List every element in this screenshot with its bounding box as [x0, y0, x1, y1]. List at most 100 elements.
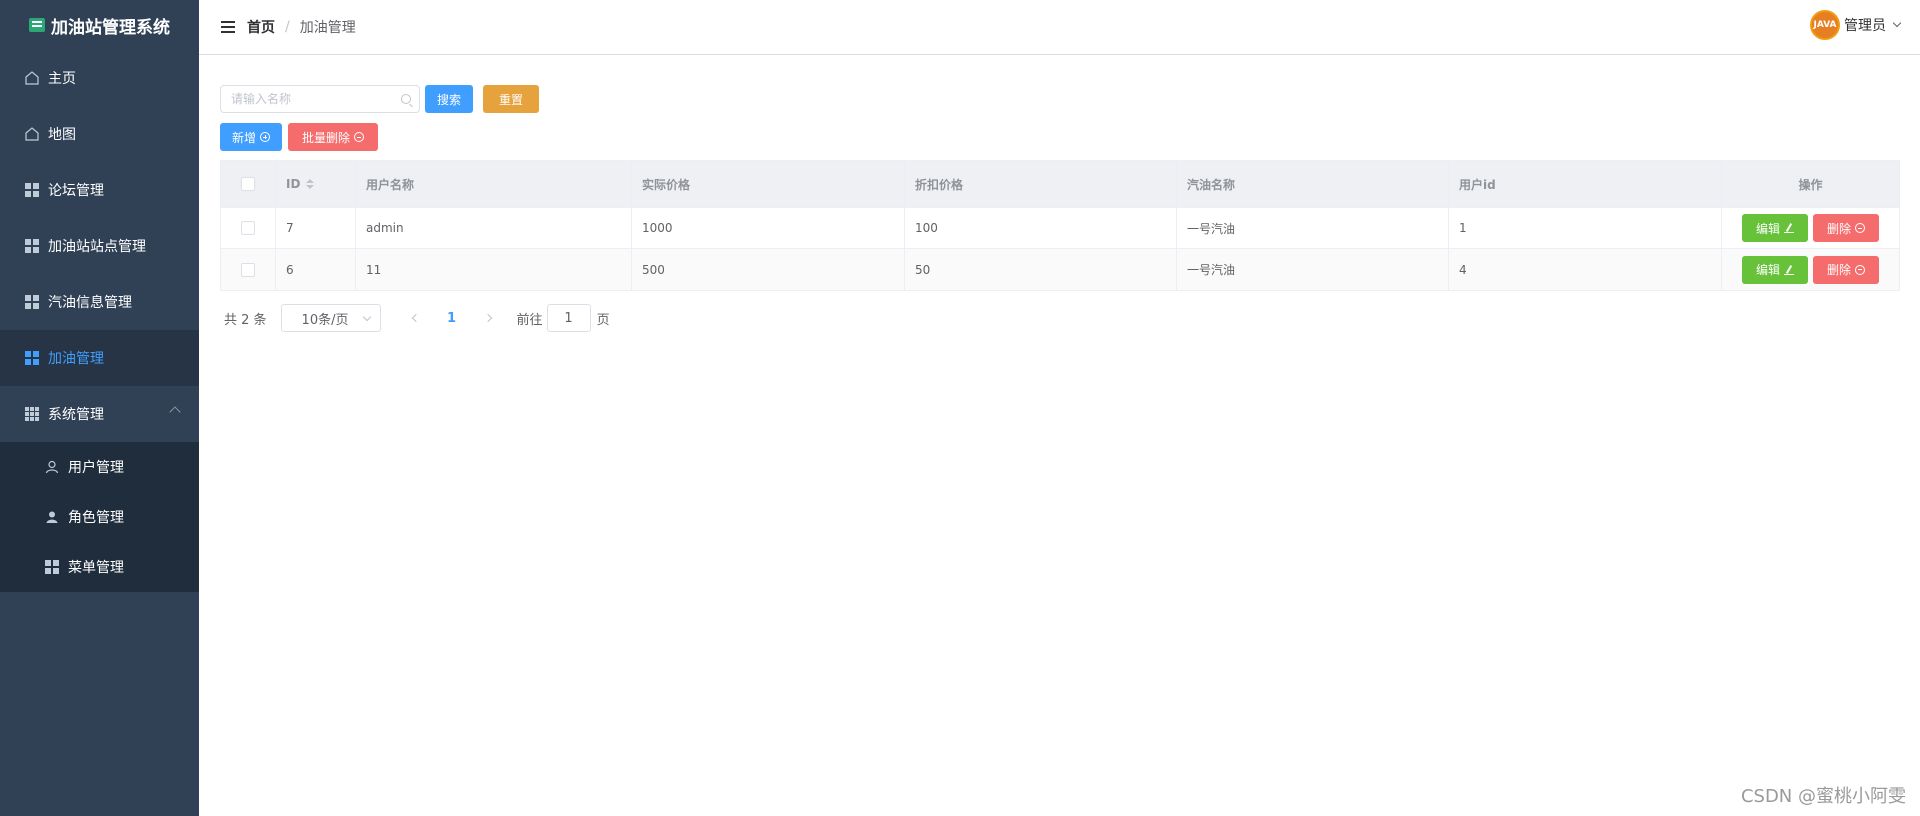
row-checkbox-cell — [221, 249, 276, 290]
user-dropdown[interactable]: JAVA 管理员 — [1810, 10, 1902, 40]
chevron-right-icon — [483, 313, 492, 323]
sidebar-item-refuel[interactable]: 加油管理 — [0, 330, 199, 386]
column-header-oil-name: 汽油名称 — [1177, 161, 1449, 207]
user-filled-icon — [44, 509, 60, 525]
sidebar-item-forum[interactable]: 论坛管理 — [0, 162, 199, 218]
sidebar-item-users[interactable]: 用户管理 — [0, 442, 199, 492]
top-navbar: 首页 / 加油管理 JAVA 管理员 — [199, 0, 1920, 55]
edit-button-label: 编辑 — [1755, 221, 1780, 236]
next-page-button[interactable] — [473, 304, 503, 332]
page-size-select[interactable]: 10条/页 — [280, 304, 381, 332]
sidebar-item-menus[interactable]: 菜单管理 — [0, 542, 199, 592]
column-header-actions: 操作 — [1798, 177, 1823, 192]
breadcrumb-home[interactable]: 首页 — [247, 17, 275, 37]
column-header-label: ID — [286, 177, 301, 191]
cell-oil-name: 一号汽油 — [1177, 249, 1449, 290]
add-button[interactable]: 新增 — [220, 123, 283, 151]
home-icon — [24, 70, 40, 86]
column-header-discount-price: 折扣价格 — [905, 161, 1177, 207]
edit-button-label: 编辑 — [1755, 263, 1780, 277]
column-header-actual-price: 实际价格 — [632, 161, 905, 207]
grid9-icon — [24, 406, 40, 422]
cell-discount-price: 50 — [905, 249, 1177, 290]
delete-button-label: 删除 — [1827, 263, 1852, 277]
sidebar-item-label: 加油站站点管理 — [48, 239, 146, 255]
row-checkbox[interactable] — [241, 262, 255, 277]
sidebar-item-label: 论坛管理 — [48, 183, 104, 199]
sidebar-item-label: 加油管理 — [48, 351, 104, 367]
column-header-user-id: 用户id — [1449, 161, 1722, 207]
select-all-checkbox[interactable] — [241, 177, 255, 191]
pagination: 共 2 条 10条/页 1 前往 页 — [220, 304, 1900, 332]
hamburger-icon[interactable] — [221, 21, 235, 33]
sidebar-item-label: 主页 — [48, 71, 76, 87]
circle-plus-icon — [260, 132, 271, 142]
goto-page-input[interactable] — [546, 304, 591, 332]
row-checkbox[interactable] — [241, 221, 255, 235]
edit-button[interactable]: 编辑 — [1741, 255, 1808, 284]
page-size-value: 10条/页 — [301, 312, 349, 328]
cell-actions: 编辑 删除 — [1722, 208, 1899, 248]
sidebar-item-home[interactable]: 主页 — [0, 50, 199, 106]
column-header-id[interactable]: ID — [276, 161, 356, 207]
chevron-left-icon — [411, 313, 420, 323]
delete-button-label: 删除 — [1827, 221, 1852, 236]
sort-icon[interactable] — [306, 179, 315, 189]
search-icon — [401, 94, 411, 104]
sidebar-item-label: 汽油信息管理 — [48, 295, 132, 311]
delete-button[interactable]: 删除 — [1813, 214, 1880, 242]
sidebar-submenu-system: 用户管理 角色管理 菜单管理 — [0, 442, 199, 592]
search-bar: 搜索 重置 — [220, 84, 1900, 114]
sidebar-item-map[interactable]: 地图 — [0, 106, 199, 162]
search-button[interactable]: 搜索 — [425, 85, 474, 113]
column-header-user-name: 用户名称 — [356, 161, 632, 207]
cell-user-name: 11 — [356, 249, 632, 290]
chevron-up-icon — [169, 406, 181, 418]
search-input-wrapper — [220, 85, 420, 113]
circle-minus-icon — [1855, 223, 1866, 233]
add-button-label: 新增 — [232, 130, 257, 145]
table-header: ID 用户名称 实际价格 折扣价格 汽油名称 用户id 操作 — [221, 161, 1899, 208]
batch-delete-button[interactable]: 批量删除 — [288, 123, 379, 151]
table-row: 6 11 500 50 一号汽油 4 编辑 删除 — [221, 249, 1899, 290]
grid-icon — [24, 182, 40, 198]
action-bar: 新增 批量删除 — [220, 123, 1900, 151]
watermark: CSDN @蜜桃小阿雯 — [1740, 786, 1906, 807]
circle-minus-icon — [354, 132, 365, 142]
prev-page-button[interactable] — [401, 304, 431, 332]
table-row: 7 admin 1000 100 一号汽油 1 编辑 删除 — [221, 208, 1899, 249]
page-number-current[interactable]: 1 — [437, 311, 467, 326]
search-input[interactable] — [231, 92, 409, 106]
breadcrumb-current: 加油管理 — [299, 20, 356, 36]
sidebar-item-label: 地图 — [48, 127, 76, 143]
sidebar-item-roles[interactable]: 角色管理 — [0, 492, 199, 542]
sidebar-item-label: 菜单管理 — [68, 560, 124, 576]
avatar: JAVA — [1810, 10, 1840, 40]
user-icon — [44, 459, 60, 475]
home-icon — [24, 126, 40, 142]
cell-actions: 编辑 删除 — [1722, 249, 1899, 290]
grid-icon — [24, 350, 40, 366]
circle-minus-icon — [1855, 264, 1866, 275]
user-name: 管理员 — [1844, 18, 1886, 34]
app-title: 加油站管理系统 — [51, 17, 170, 38]
app-logo[interactable]: 加油站管理系统 — [0, 0, 199, 50]
breadcrumb-separator: / — [285, 19, 290, 35]
row-checkbox-cell — [221, 208, 276, 248]
cell-discount-price: 100 — [905, 208, 1177, 248]
sidebar-item-system[interactable]: 系统管理 — [0, 386, 199, 442]
chevron-down-icon — [1892, 18, 1902, 28]
edit-icon — [1784, 223, 1794, 233]
delete-button[interactable]: 删除 — [1813, 255, 1880, 284]
table-body: 7 admin 1000 100 一号汽油 1 编辑 删除 6 11 500 5… — [221, 208, 1899, 290]
sidebar-item-gasoline[interactable]: 汽油信息管理 — [0, 274, 199, 330]
edit-button[interactable]: 编辑 — [1741, 214, 1808, 242]
cell-id: 6 — [276, 249, 356, 290]
pagination-total: 共 2 条 — [224, 312, 267, 328]
goto-suffix: 页 — [596, 312, 610, 328]
cell-actual-price: 500 — [632, 249, 905, 290]
grid-icon — [24, 294, 40, 310]
cell-user-id: 1 — [1449, 208, 1722, 248]
reset-button[interactable]: 重置 — [483, 85, 540, 113]
sidebar-item-stations[interactable]: 加油站站点管理 — [0, 218, 199, 274]
